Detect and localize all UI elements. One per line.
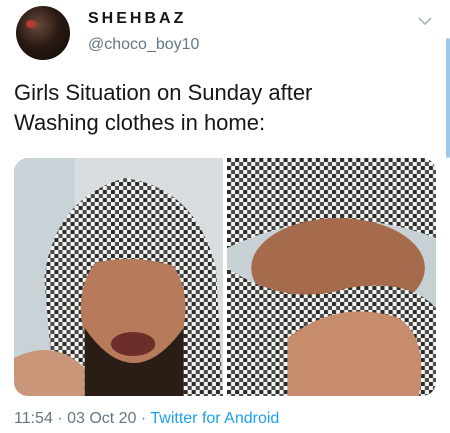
- avatar[interactable]: [16, 6, 70, 60]
- chevron-down-icon[interactable]: [416, 14, 434, 28]
- tweet-header: SHEHBAZ @choco_boy10: [14, 4, 436, 64]
- tweet-text: Girls Situation on Sunday after Washing …: [14, 78, 414, 138]
- tweet-media: [14, 158, 436, 396]
- tweet-text-line: Washing clothes in home:: [14, 110, 266, 135]
- timestamp[interactable]: 11:54 · 03 Oct 20 ·: [14, 410, 150, 427]
- scrollbar[interactable]: [446, 38, 450, 158]
- media-image-2[interactable]: [227, 158, 436, 396]
- tweet-text-line: Girls Situation on Sunday after: [14, 80, 313, 105]
- source-link[interactable]: Twitter for Android: [150, 410, 279, 427]
- tweet-meta: 11:54 · 03 Oct 20 · Twitter for Android: [14, 410, 279, 428]
- tweet-card: SHEHBAZ @choco_boy10 Girls Situation on …: [0, 0, 450, 433]
- author-handle[interactable]: @choco_boy10: [88, 36, 199, 54]
- media-image-1[interactable]: [14, 158, 223, 396]
- author-display-name[interactable]: SHEHBAZ: [88, 10, 186, 28]
- avatar-detail: [26, 20, 36, 28]
